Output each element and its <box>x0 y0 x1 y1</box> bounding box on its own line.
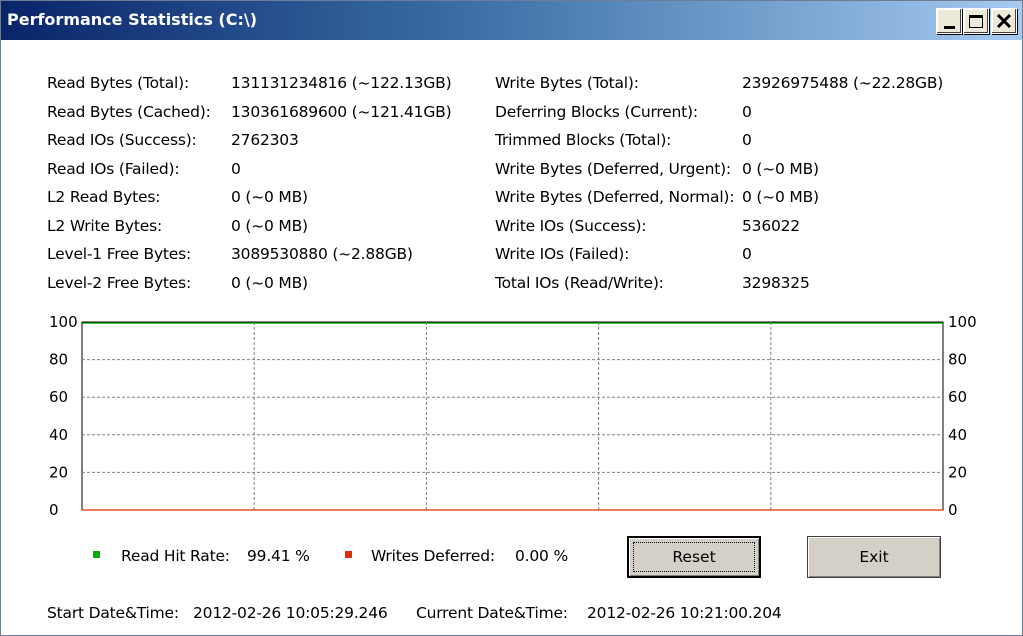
y-tick-label-left: 0 <box>49 501 59 519</box>
current-datetime-label: Current Date&Time: <box>416 604 568 622</box>
maximize-button[interactable] <box>963 8 989 34</box>
current-datetime-value: 2012-02-26 10:21:00.204 <box>587 604 782 622</box>
exit-button[interactable]: Exit <box>807 536 941 578</box>
y-tick-label-right: 80 <box>948 351 967 369</box>
read-hit-rate-legend-marker <box>93 551 100 558</box>
l2-write-bytes-label: L2 Write Bytes: <box>47 217 162 235</box>
write-bytes-deferred-urgent-label: Write Bytes (Deferred, Urgent): <box>495 160 731 178</box>
l2-write-bytes-value: 0 (~0 MB) <box>231 217 308 235</box>
level2-free-bytes-label: Level-2 Free Bytes: <box>47 274 192 292</box>
title-bar[interactable]: Performance Statistics (C:\) <box>1 1 1022 40</box>
start-datetime-label: Start Date&Time: <box>47 604 179 622</box>
start-datetime-value: 2012-02-26 10:05:29.246 <box>193 604 388 622</box>
y-tick-label-left: 60 <box>49 388 68 406</box>
level1-free-bytes-value: 3089530880 (~2.88GB) <box>231 245 413 263</box>
y-tick-label-right: 20 <box>948 463 967 481</box>
writes-deferred-label: Writes Deferred: <box>371 547 495 565</box>
y-tick-label-right: 0 <box>948 501 958 519</box>
read-hit-rate-label: Read Hit Rate: <box>121 547 230 565</box>
write-ios-failed-label: Write IOs (Failed): <box>495 245 630 263</box>
reset-button[interactable]: Reset <box>627 536 761 578</box>
y-tick-label-left: 100 <box>49 313 78 331</box>
total-ios-label: Total IOs (Read/Write): <box>495 274 664 292</box>
performance-statistics-window: Performance Statistics (C:\) Read Bytes … <box>0 0 1023 636</box>
total-ios-value: 3298325 <box>742 274 810 292</box>
maximize-icon <box>969 14 983 28</box>
write-ios-failed-value: 0 <box>742 245 752 263</box>
read-bytes-total-label: Read Bytes (Total): <box>47 74 190 92</box>
trimmed-blocks-label: Trimmed Blocks (Total): <box>495 131 672 149</box>
exit-button-label: Exit <box>859 548 889 566</box>
y-tick-label-right: 100 <box>948 313 977 331</box>
plot-area <box>81 321 944 511</box>
read-ios-success-value: 2762303 <box>231 131 299 149</box>
reset-button-label: Reset <box>672 548 716 566</box>
write-bytes-total-value: 23926975488 (~22.28GB) <box>742 74 944 92</box>
close-button[interactable] <box>991 8 1017 34</box>
l2-read-bytes-value: 0 (~0 MB) <box>231 188 308 206</box>
minimize-button[interactable] <box>936 8 962 34</box>
y-tick-label-right: 60 <box>948 388 967 406</box>
write-ios-success-label: Write IOs (Success): <box>495 217 647 235</box>
read-ios-failed-value: 0 <box>231 160 241 178</box>
level2-free-bytes-value: 0 (~0 MB) <box>231 274 308 292</box>
read-hit-rate-value: 99.41 % <box>247 547 310 565</box>
minimize-icon <box>943 25 955 29</box>
level1-free-bytes-label: Level-1 Free Bytes: <box>47 245 192 263</box>
writes-deferred-legend-marker <box>345 551 352 558</box>
y-tick-label-left: 20 <box>49 463 68 481</box>
performance-chart: 0 0 20 20 40 40 60 60 80 80 100 100 <box>49 313 977 519</box>
trimmed-blocks-value: 0 <box>742 131 752 149</box>
writes-deferred-value: 0.00 % <box>515 547 568 565</box>
read-bytes-total-value: 131131234816 (~122.13GB) <box>231 74 452 92</box>
close-icon <box>996 13 1012 29</box>
l2-read-bytes-label: L2 Read Bytes: <box>47 188 161 206</box>
write-bytes-total-label: Write Bytes (Total): <box>495 74 639 92</box>
y-tick-label-left: 40 <box>49 426 68 444</box>
read-ios-failed-label: Read IOs (Failed): <box>47 160 180 178</box>
window-title: Performance Statistics (C:\) <box>7 10 258 29</box>
write-bytes-deferred-normal-value: 0 (~0 MB) <box>742 188 819 206</box>
y-tick-label-right: 40 <box>948 426 967 444</box>
read-bytes-cached-label: Read Bytes (Cached): <box>47 103 211 121</box>
y-tick-label-left: 80 <box>49 351 68 369</box>
deferring-blocks-label: Deferring Blocks (Current): <box>495 103 698 121</box>
read-ios-success-label: Read IOs (Success): <box>47 131 197 149</box>
write-bytes-deferred-urgent-value: 0 (~0 MB) <box>742 160 819 178</box>
read-bytes-cached-value: 130361689600 (~121.41GB) <box>231 103 452 121</box>
write-ios-success-value: 536022 <box>742 217 800 235</box>
deferring-blocks-value: 0 <box>742 103 752 121</box>
write-bytes-deferred-normal-label: Write Bytes (Deferred, Normal): <box>495 188 735 206</box>
